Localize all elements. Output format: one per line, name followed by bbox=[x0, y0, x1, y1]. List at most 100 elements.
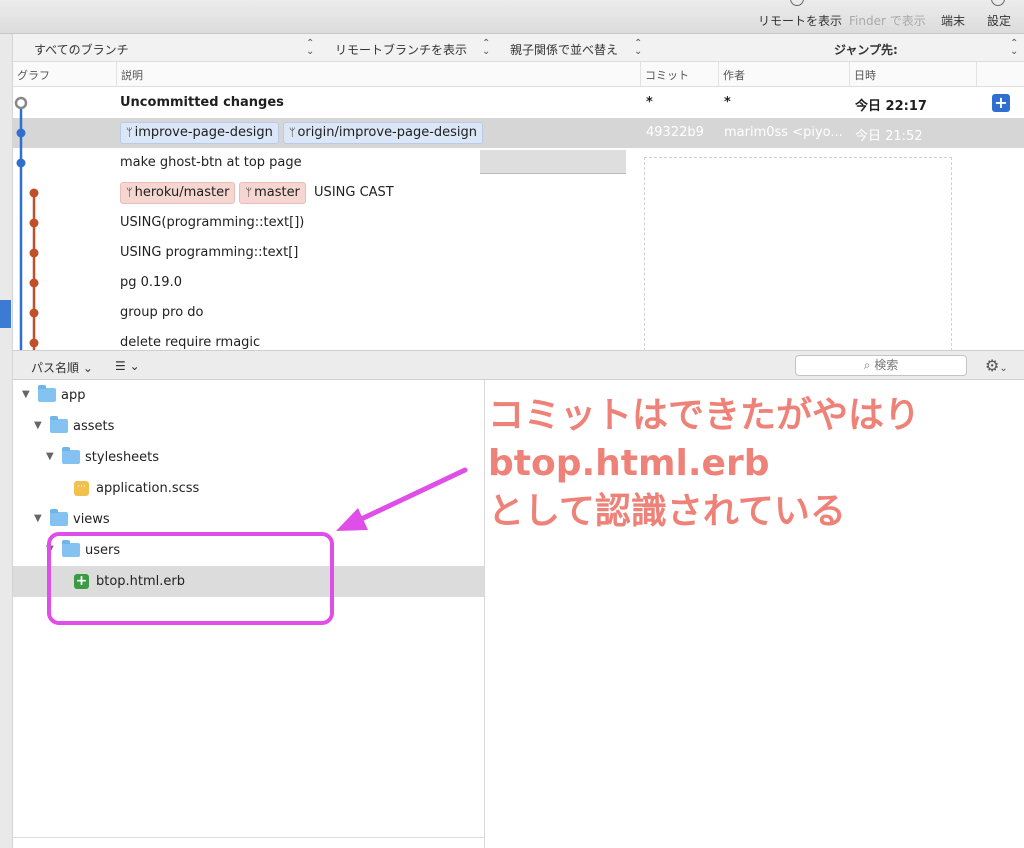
remote-icon bbox=[790, 0, 804, 6]
added-file-icon: + bbox=[74, 573, 89, 589]
commit-hash: 49322b9 bbox=[646, 125, 704, 140]
chevron-updown-icon: ⌃ ⌄ bbox=[634, 38, 643, 57]
commit-date: 今日 21:52 bbox=[855, 129, 923, 144]
commit-description: USING programming::text[] bbox=[120, 245, 299, 260]
graph-node bbox=[29, 308, 39, 318]
show-in-finder-button[interactable]: Finder で表示 bbox=[849, 12, 926, 29]
tree-item-stylesheets[interactable]: ▼ stylesheets bbox=[13, 442, 484, 473]
graph-node bbox=[29, 338, 39, 348]
column-date[interactable]: 日時 bbox=[850, 62, 977, 87]
branch-icon: ᛘ bbox=[288, 126, 296, 139]
graph-node bbox=[16, 158, 26, 168]
tree-item-application-scss[interactable]: ··· application.scss bbox=[13, 473, 484, 504]
commit-hash: * bbox=[646, 95, 653, 110]
chevron-down-icon: ⌄ bbox=[129, 359, 140, 373]
annotation-line: btop.html.erb bbox=[488, 443, 770, 484]
chevron-down-icon: ⌄ bbox=[82, 361, 93, 375]
graph-node bbox=[29, 248, 39, 258]
graph-node bbox=[29, 218, 39, 228]
commit-description: Uncommitted changes bbox=[120, 95, 284, 110]
branch-tag[interactable]: ᛘ origin/improve-page-design bbox=[282, 122, 484, 144]
annotation-line: コミットはできたがやはり bbox=[488, 395, 921, 436]
commit-description: make ghost-btn at top page bbox=[120, 155, 302, 170]
branch-tag[interactable]: ᛘ heroku/master bbox=[120, 182, 236, 204]
commit-description: group pro do bbox=[120, 305, 204, 320]
commit-description: USING(programming::text[]) bbox=[120, 215, 305, 230]
branch-tag[interactable]: ᛘ master bbox=[239, 182, 306, 204]
filter-bar: すべてのブランチ ⌃ ⌄ リモートブランチを表示 ⌃ ⌄ 親子関係で並べ替え ⌃ ⌄ … bbox=[13, 34, 1024, 62]
chevron-updown-icon: ⌃ ⌄ bbox=[1010, 38, 1019, 57]
disclosure-triangle-icon[interactable]: ▼ bbox=[46, 544, 54, 555]
commit-message: USING CAST bbox=[314, 185, 394, 200]
commit-description: ᛘ heroku/master ᛘ master USING CAST bbox=[120, 182, 394, 204]
modified-file-icon: ··· bbox=[74, 481, 89, 496]
tree-item-assets[interactable]: ▼ assets bbox=[13, 411, 484, 442]
disclosure-triangle-icon[interactable]: ▼ bbox=[34, 513, 42, 524]
divider bbox=[13, 837, 484, 838]
tree-item-users[interactable]: ▼ users bbox=[13, 535, 484, 566]
disclosure-triangle-icon[interactable]: ▼ bbox=[34, 420, 42, 431]
sort-by-path-select[interactable]: パス名順 ⌄ bbox=[31, 359, 93, 376]
tree-item-app[interactable]: ▼ app bbox=[13, 380, 484, 411]
jump-to-select[interactable]: ジャンプ先: bbox=[834, 41, 898, 58]
chevron-updown-icon: ⌃ ⌄ bbox=[306, 38, 315, 57]
folder-icon bbox=[38, 385, 56, 402]
sort-order-select[interactable]: 親子関係で並べ替え bbox=[510, 41, 618, 58]
toolbar: リモートを表示 Finder で表示 端末 設定 bbox=[0, 0, 1024, 34]
tree-item-label: views bbox=[73, 512, 110, 527]
list-icon: ☰ bbox=[115, 359, 126, 373]
sidebar-selection-indicator bbox=[0, 300, 11, 328]
gear-icon[interactable]: ⚙⌄ bbox=[985, 356, 1008, 375]
graph-node bbox=[16, 128, 26, 138]
annotation-line: として認識されている bbox=[488, 491, 846, 532]
branch-icon: ᛘ bbox=[126, 186, 133, 199]
chevron-updown-icon: ⌃ ⌄ bbox=[482, 38, 491, 57]
tree-item-label: app bbox=[61, 388, 86, 403]
commit-author: marim0ss <piyo... bbox=[724, 125, 843, 140]
branch-tag[interactable]: ᛘ improve-page-design bbox=[120, 122, 279, 144]
annotation-text: コミットはできたがやはり btop.html.erb として認識されている bbox=[488, 392, 1018, 536]
disclosure-triangle-icon[interactable]: ▼ bbox=[46, 451, 54, 462]
settings-icon bbox=[991, 0, 1005, 6]
commit-author: * bbox=[724, 95, 731, 110]
column-description[interactable]: 説明 bbox=[117, 62, 641, 87]
commit-description: ᛘ improve-page-design ᛘ origin/improve-page… bbox=[120, 122, 487, 144]
file-toolbar: パス名順 ⌄ ☰ ⌄ ⌕ 検索 ⚙⌄ bbox=[13, 350, 1024, 380]
folder-icon bbox=[62, 447, 80, 464]
commit-row[interactable]: Uncommitted changes * * 今日 22:17 + bbox=[13, 88, 1024, 118]
terminal-button[interactable]: 端末 bbox=[941, 12, 965, 29]
graph-node-uncommitted bbox=[14, 96, 28, 110]
branch-icon: ᛘ bbox=[126, 126, 133, 139]
tree-item-label: assets bbox=[73, 419, 115, 434]
show-remote-branches-select[interactable]: リモートブランチを表示 bbox=[335, 41, 467, 58]
graph-node bbox=[29, 188, 39, 198]
view-mode-select[interactable]: ☰ ⌄ bbox=[115, 359, 140, 373]
file-tree: ▼ app ▼ assets ▼ stylesheets ··· applica… bbox=[13, 380, 485, 848]
show-remote-button[interactable]: リモートを表示 bbox=[758, 12, 842, 29]
column-commit[interactable]: コミット bbox=[641, 62, 719, 87]
folder-icon bbox=[62, 540, 80, 557]
tree-item-btop-html-erb[interactable]: + btop.html.erb bbox=[13, 566, 484, 597]
commit-description: pg 0.19.0 bbox=[120, 275, 182, 290]
column-graph[interactable]: グラフ bbox=[13, 62, 117, 87]
search-icon: ⌕ bbox=[863, 358, 871, 372]
commit-description: delete require rmagic bbox=[120, 335, 261, 350]
settings-button[interactable]: 設定 bbox=[987, 12, 1011, 29]
commit-row[interactable]: ᛘ improve-page-design ᛘ origin/improve-page… bbox=[13, 118, 1024, 174]
tree-item-views[interactable]: ▼ views bbox=[13, 504, 484, 535]
search-input[interactable]: ⌕ 検索 bbox=[795, 355, 967, 376]
tree-item-label: stylesheets bbox=[85, 450, 160, 465]
sidebar-edge bbox=[0, 34, 13, 848]
tree-item-label: btop.html.erb bbox=[96, 574, 186, 589]
add-commit-button[interactable]: + bbox=[992, 94, 1010, 112]
disclosure-triangle-icon[interactable]: ▼ bbox=[22, 389, 30, 400]
column-author[interactable]: 作者 bbox=[719, 62, 850, 87]
redacted-area bbox=[644, 157, 952, 351]
tree-item-label: users bbox=[85, 543, 121, 558]
folder-icon bbox=[50, 416, 68, 433]
commit-list-header: グラフ 説明 コミット 作者 日時 bbox=[13, 62, 1024, 87]
branch-icon: ᛘ bbox=[245, 186, 253, 199]
graph-node bbox=[29, 278, 39, 288]
branch-filter-select[interactable]: すべてのブランチ bbox=[34, 41, 129, 58]
folder-icon bbox=[50, 509, 68, 526]
